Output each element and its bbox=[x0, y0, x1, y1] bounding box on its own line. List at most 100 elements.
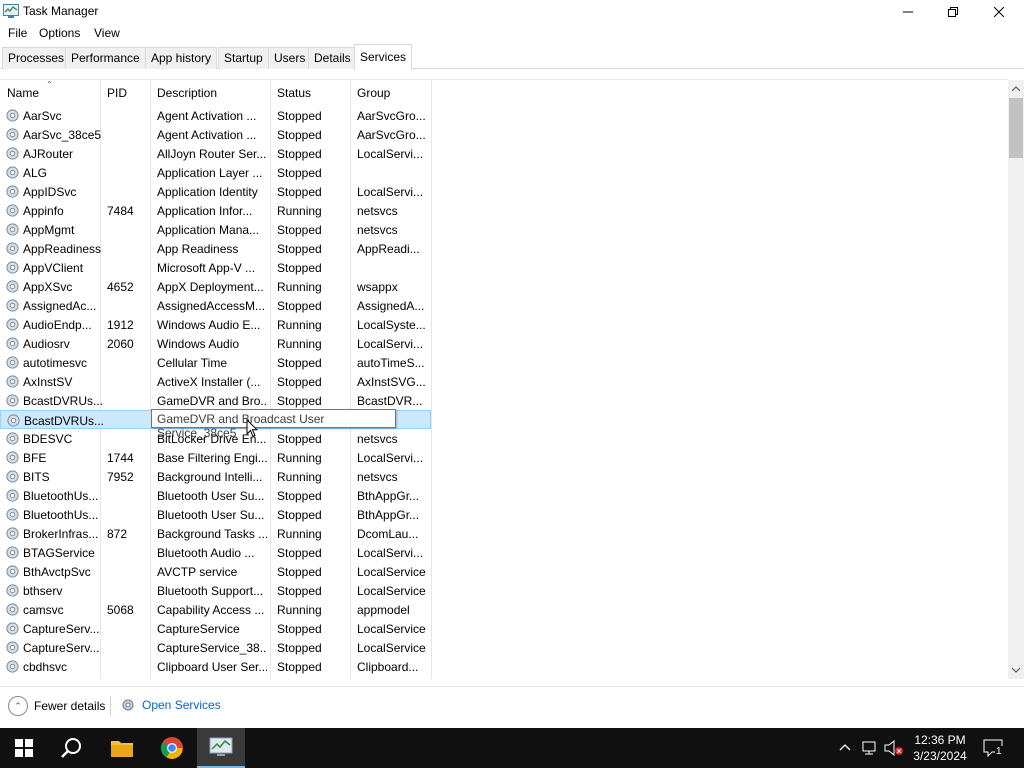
table-row[interactable]: AarSvc Agent Activation ... Stopped AarSvcG… bbox=[0, 106, 431, 125]
service-name: AxInstSV bbox=[23, 375, 73, 389]
menu-options[interactable]: Options bbox=[39, 26, 80, 40]
service-status: Stopped bbox=[277, 546, 322, 560]
table-row[interactable]: autotimesvc Cellular Time Stopped autoTimeS… bbox=[0, 353, 431, 372]
menu-file[interactable]: File bbox=[8, 26, 27, 40]
table-row[interactable]: AJRouter AllJoyn Router Ser... Stopped Loca… bbox=[0, 144, 431, 163]
service-status: Stopped bbox=[277, 128, 322, 142]
start-button[interactable] bbox=[0, 728, 48, 768]
column-divider[interactable] bbox=[431, 80, 432, 679]
fewer-details-button[interactable]: ⌃ Fewer details bbox=[8, 696, 105, 716]
menu-bar: File Options View bbox=[0, 24, 1024, 44]
service-gear-icon bbox=[6, 280, 19, 293]
table-row[interactable]: Appinfo 7484 Application Infor... Running ne… bbox=[0, 201, 431, 220]
scrollbar-thumb[interactable] bbox=[1009, 98, 1023, 158]
service-status: Running bbox=[277, 451, 322, 465]
service-name: AudioEndp... bbox=[23, 318, 92, 332]
service-group: AssignedA... bbox=[357, 299, 425, 313]
tab-services[interactable]: Services bbox=[354, 44, 413, 70]
fewer-details-label: Fewer details bbox=[34, 699, 106, 713]
table-row[interactable]: AxInstSV ActiveX Installer (... Stopped AxI… bbox=[0, 372, 431, 391]
table-row[interactable]: BluetoothUs... Bluetooth User Su... Stoppe… bbox=[0, 505, 431, 524]
table-row[interactable]: AarSvc_38ce5 Agent Activation ... Stopped A… bbox=[0, 125, 431, 144]
service-gear-icon bbox=[6, 147, 19, 160]
tab-details[interactable]: Details bbox=[308, 47, 357, 69]
service-status: Running bbox=[277, 470, 322, 484]
table-row[interactable]: BrokerInfras... 872 Background Tasks ... Ru… bbox=[0, 524, 431, 543]
table-row[interactable]: CaptureServ... CaptureService Stopped Local… bbox=[0, 619, 431, 638]
table-row[interactable]: BluetoothUs... Bluetooth User Su... Stoppe… bbox=[0, 486, 431, 505]
service-gear-icon bbox=[6, 660, 19, 673]
service-gear-icon bbox=[6, 394, 19, 407]
service-status: Stopped bbox=[277, 185, 322, 199]
table-row[interactable]: camsvc 5068 Capability Access ... Running ap… bbox=[0, 600, 431, 619]
volume-muted-icon[interactable] bbox=[884, 740, 904, 756]
table-row[interactable]: CaptureServ... CaptureService_38... Stoppe… bbox=[0, 638, 431, 657]
close-button[interactable] bbox=[976, 0, 1022, 24]
table-row[interactable]: AudioEndp... 1912 Windows Audio E... Runnin… bbox=[0, 315, 431, 334]
table-row[interactable]: Audiosrv 2060 Windows Audio Running LocalSer… bbox=[0, 334, 431, 353]
column-header-description[interactable]: Description bbox=[157, 86, 217, 100]
menu-view[interactable]: View bbox=[94, 26, 120, 40]
column-header-pid[interactable]: PID bbox=[107, 86, 127, 100]
service-pid: 5068 bbox=[107, 603, 134, 617]
table-row[interactable]: BITS 7952 Background Intelli... Running nets… bbox=[0, 467, 431, 486]
column-header-name[interactable]: Name bbox=[7, 86, 39, 100]
service-group: wsappx bbox=[357, 280, 398, 294]
network-icon[interactable] bbox=[862, 741, 880, 755]
table-row[interactable]: AppMgmt Application Mana... Stopped netsvcs bbox=[0, 220, 431, 239]
file-explorer-button[interactable] bbox=[98, 728, 146, 768]
chevron-up-icon[interactable] bbox=[839, 743, 851, 751]
service-description: Clipboard User Ser... bbox=[157, 660, 267, 674]
table-row[interactable]: BFE 1744 Base Filtering Engi... Running Loca… bbox=[0, 448, 431, 467]
table-row[interactable]: AppXSvc 4652 AppX Deployment... Running wsap… bbox=[0, 277, 431, 296]
service-group: BthAppGr... bbox=[357, 489, 420, 503]
scroll-up-icon[interactable] bbox=[1012, 86, 1020, 92]
table-row[interactable]: bthserv Bluetooth Support... Stopped LocalS… bbox=[0, 581, 431, 600]
service-gear-icon bbox=[6, 565, 19, 578]
service-name: AppReadiness bbox=[23, 242, 102, 256]
service-description: Background Tasks ... bbox=[157, 527, 267, 541]
table-row[interactable]: AppVClient Microsoft App-V ... Stopped bbox=[0, 258, 431, 277]
service-gear-icon bbox=[6, 603, 19, 616]
open-services-link[interactable]: Open Services bbox=[120, 697, 221, 713]
service-pid: 4652 bbox=[107, 280, 134, 294]
service-pid: 1912 bbox=[107, 318, 134, 332]
table-row[interactable]: AppIDSvc Application Identity Stopped Local… bbox=[0, 182, 431, 201]
table-row[interactable]: cbdhsvc Clipboard User Ser... Stopped Clipb… bbox=[0, 657, 431, 676]
search-button[interactable] bbox=[48, 728, 96, 768]
minimize-button[interactable] bbox=[885, 0, 931, 24]
service-name: AJRouter bbox=[23, 147, 74, 161]
restore-button[interactable] bbox=[930, 0, 976, 24]
service-description: AppX Deployment... bbox=[157, 280, 264, 294]
service-group: AarSvcGro... bbox=[357, 109, 426, 123]
table-row[interactable]: BTAGService Bluetooth Audio ... Stopped Loc… bbox=[0, 543, 431, 562]
table-row[interactable]: BcastDVRUs... GameDVR and Bro... Stopped Bc… bbox=[0, 391, 431, 410]
tab-processes[interactable]: Processes bbox=[2, 47, 71, 69]
column-header-status[interactable]: Status bbox=[277, 86, 311, 100]
tab-users[interactable]: Users bbox=[268, 47, 312, 69]
tab-app-history[interactable]: App history bbox=[145, 47, 218, 69]
table-row[interactable]: AppReadiness App Readiness Stopped AppReadi… bbox=[0, 239, 431, 258]
service-gear-icon bbox=[6, 622, 19, 635]
table-row[interactable]: BthAvctpSvc AVCTP service Stopped LocalServ… bbox=[0, 562, 431, 581]
service-status: Running bbox=[277, 318, 322, 332]
service-name: AppVClient bbox=[23, 261, 84, 275]
service-gear-icon bbox=[6, 432, 19, 445]
service-name: BFE bbox=[23, 451, 47, 465]
tab-performance[interactable]: Performance bbox=[65, 47, 146, 69]
service-name: AppIDSvc bbox=[23, 185, 77, 199]
table-row[interactable]: AssignedAc... AssignedAccessM... Stopped As… bbox=[0, 296, 431, 315]
clock[interactable]: 12:36 PM 3/23/2024 bbox=[908, 732, 972, 764]
scroll-down-icon[interactable] bbox=[1012, 667, 1020, 673]
table-row[interactable]: ALG Application Layer ... Stopped bbox=[0, 163, 431, 182]
notification-center-button[interactable]: 1 bbox=[982, 738, 1004, 758]
service-gear-icon bbox=[6, 546, 19, 559]
service-description: GameDVR and Bro... bbox=[157, 394, 267, 408]
vertical-scrollbar[interactable] bbox=[1008, 80, 1024, 679]
chrome-button[interactable] bbox=[148, 728, 196, 768]
service-description: Application Layer ... bbox=[157, 166, 263, 180]
tab-startup[interactable]: Startup bbox=[218, 47, 269, 69]
column-header-group[interactable]: Group bbox=[357, 86, 390, 100]
task-manager-taskbar-button[interactable] bbox=[197, 728, 245, 768]
service-group: LocalServi... bbox=[357, 185, 424, 199]
